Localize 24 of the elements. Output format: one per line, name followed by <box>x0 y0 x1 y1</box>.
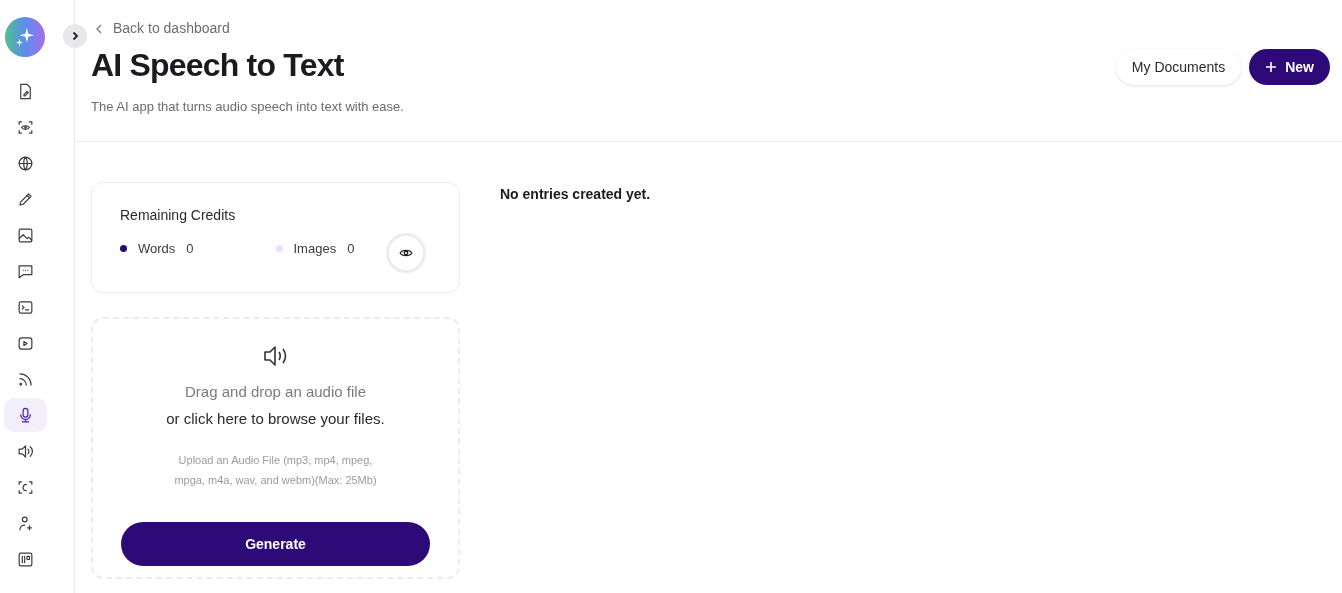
new-button[interactable]: New <box>1249 49 1330 85</box>
credit-label: Words <box>138 240 176 258</box>
empty-state-text: No entries created yet. <box>500 185 651 204</box>
sidebar-item[interactable] <box>4 398 47 432</box>
page-title: AI Speech to Text <box>91 46 345 85</box>
dropzone-text: Drag and drop an audio file <box>185 382 366 402</box>
generate-button[interactable]: Generate <box>121 522 430 566</box>
chevron-left-icon <box>95 23 103 34</box>
credits-title: Remaining Credits <box>120 206 237 225</box>
credit-value: 0 <box>186 240 194 258</box>
page-subtitle: The AI app that turns audio speech into text with ease. <box>91 98 404 116</box>
my-documents-button[interactable]: My Documents <box>1115 49 1242 85</box>
credit-value: 0 <box>347 240 355 258</box>
upload-dropzone[interactable]: Drag and drop an audio file or click here to browse your files. Upload an Audio File (mp3, mp4, mpeg, mpga, m4a, wav, and webm)(Max: 25Mb) Generate <box>91 317 460 579</box>
upload-hint: Upload an Audio File (mp3, mp4, mpeg, mpga, m4a, wav, and webm)(Max: 25Mb) <box>173 453 378 488</box>
back-link[interactable]: Back to dashboard <box>95 18 404 39</box>
app-logo[interactable] <box>5 17 45 57</box>
credit-label: Images <box>293 240 337 258</box>
browse-files-link[interactable]: or click here to browse your files. <box>166 407 385 430</box>
sparkle-icon <box>14 26 36 48</box>
plus-icon <box>1265 61 1278 73</box>
expand-sidebar-button[interactable] <box>63 24 87 48</box>
view-credits-button[interactable] <box>386 233 426 273</box>
globe-icon <box>16 153 35 173</box>
